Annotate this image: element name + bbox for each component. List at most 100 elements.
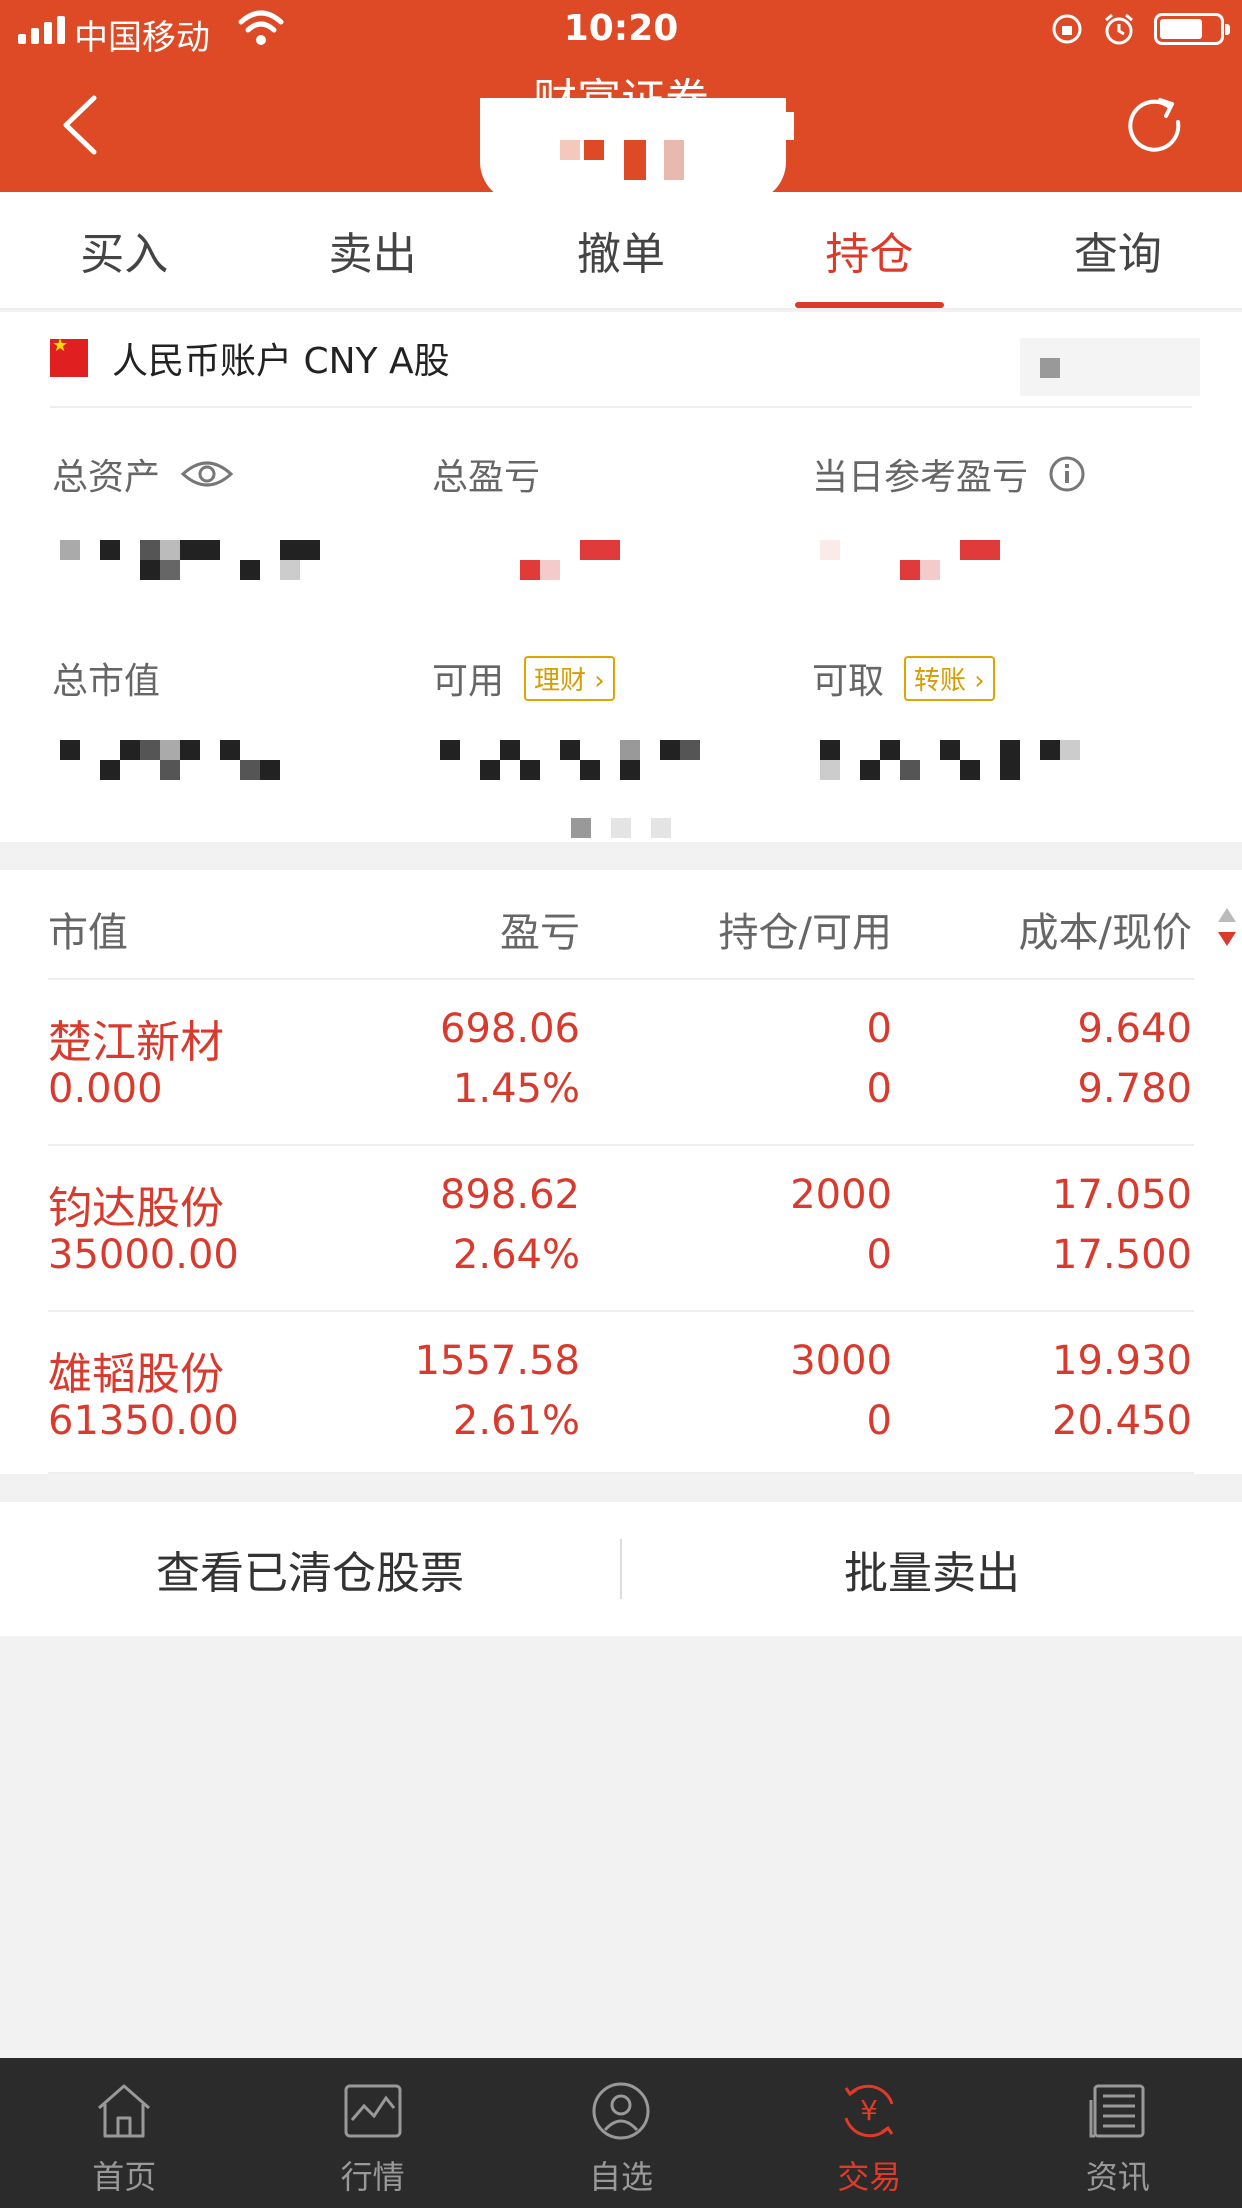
redaction-pixel bbox=[584, 140, 604, 160]
daily-pnl-value-masked bbox=[820, 540, 1000, 580]
stock-price: 17.500 bbox=[1052, 1232, 1192, 1278]
stock-available: 0 bbox=[866, 1066, 892, 1112]
stock-cost: 19.930 bbox=[1052, 1338, 1192, 1384]
sort-icon[interactable] bbox=[1216, 904, 1238, 950]
stock-price: 20.450 bbox=[1052, 1398, 1192, 1444]
stock-name: 钧达股份 bbox=[48, 1183, 224, 1234]
holdings-table: 市值 盈亏 持仓/可用 成本/现价 楚江新材 0.000 698.06 1.45… bbox=[0, 870, 1242, 1474]
stock-pnl: 1557.58 bbox=[414, 1338, 580, 1384]
stock-pnl: 698.06 bbox=[440, 1006, 580, 1052]
redaction-pixel bbox=[624, 140, 646, 180]
daily-pnl-text: 当日参考盈亏 bbox=[812, 457, 1029, 498]
available-value-masked bbox=[440, 740, 700, 780]
tabbar-watchlist[interactable]: 自选 bbox=[497, 2058, 745, 2208]
tab-buy[interactable]: 买入 bbox=[0, 192, 248, 308]
tabbar-market[interactable]: 行情 bbox=[248, 2058, 496, 2208]
stock-pnl-pct: 2.61% bbox=[452, 1398, 580, 1444]
stock-pnl: 898.62 bbox=[440, 1172, 580, 1218]
stock-available: 0 bbox=[866, 1398, 892, 1444]
rotation-lock-icon bbox=[1052, 14, 1082, 44]
daily-pnl-label: 当日参考盈亏 bbox=[812, 448, 1086, 500]
stock-market-value: 61350.00 bbox=[48, 1398, 239, 1444]
trade-yen-icon: ¥ bbox=[844, 2084, 894, 2138]
eye-icon[interactable] bbox=[180, 456, 234, 492]
available-label: 可用 理财 › bbox=[432, 652, 615, 704]
tab-query[interactable]: 查询 bbox=[994, 192, 1242, 308]
watchlist-icon bbox=[592, 2082, 650, 2140]
total-assets-label: 总资产 bbox=[52, 448, 234, 500]
redaction-pixel bbox=[766, 112, 794, 140]
svg-text:¥: ¥ bbox=[861, 2094, 879, 2127]
total-pnl-value-masked bbox=[520, 540, 620, 580]
battery-icon bbox=[1154, 13, 1230, 45]
market-value-masked bbox=[60, 740, 290, 780]
table-row[interactable]: 楚江新材 0.000 698.06 1.45% 0 0 9.640 9.780 bbox=[0, 980, 1242, 1144]
stock-position: 2000 bbox=[790, 1172, 892, 1218]
divider bbox=[50, 406, 1192, 408]
alarm-icon bbox=[1105, 13, 1133, 45]
stock-market-value: 0.000 bbox=[48, 1066, 163, 1112]
tabbar-trade[interactable]: ¥ 交易 bbox=[745, 2058, 993, 2208]
wealth-management-button[interactable]: 理财 › bbox=[524, 655, 615, 701]
wealth-management-label: 理财 bbox=[534, 665, 587, 696]
trade-tabs: 买入 卖出 撤单 持仓 查询 bbox=[0, 192, 1242, 310]
tabbar-market-label: 行情 bbox=[340, 2158, 405, 2196]
view-cleared-stocks-button[interactable]: 查看已清仓股票 bbox=[0, 1537, 620, 1601]
withdrawable-value-masked bbox=[820, 740, 1090, 780]
tabbar-news[interactable]: 资讯 bbox=[994, 2058, 1242, 2208]
stock-position: 0 bbox=[866, 1006, 892, 1052]
home-icon bbox=[98, 2084, 151, 2138]
page-dot bbox=[651, 818, 671, 838]
tabbar-home[interactable]: 首页 bbox=[0, 2058, 248, 2208]
account-number-mask bbox=[1020, 338, 1200, 396]
refresh-button[interactable] bbox=[1122, 92, 1190, 160]
table-row[interactable]: 雄韬股份 61350.00 1557.58 2.61% 3000 0 19.93… bbox=[0, 1312, 1242, 1476]
page-dot bbox=[571, 818, 591, 838]
redaction-pixel bbox=[560, 140, 580, 160]
stock-cost: 9.640 bbox=[1077, 1006, 1192, 1052]
tab-cancel-order[interactable]: 撤单 bbox=[497, 192, 745, 308]
redaction-pixel bbox=[664, 140, 684, 180]
stock-available: 0 bbox=[866, 1232, 892, 1278]
account-summary-card: 人民币账户 CNY A股 总资产 总盈亏 当日参考盈亏 总市值 bbox=[0, 312, 1242, 842]
divider bbox=[48, 1472, 1194, 1474]
stock-pnl-pct: 2.64% bbox=[452, 1232, 580, 1278]
transfer-label: 转账 bbox=[914, 665, 967, 696]
page-indicator bbox=[0, 818, 1242, 838]
info-icon[interactable] bbox=[1048, 455, 1086, 493]
tabbar-watchlist-label: 自选 bbox=[589, 2158, 654, 2196]
header-market-value[interactable]: 市值 bbox=[48, 900, 128, 958]
total-assets-value-masked bbox=[60, 540, 340, 580]
top-bar: 中国移动 10:20 财富证券 bbox=[0, 0, 1242, 202]
batch-sell-button[interactable]: 批量卖出 bbox=[622, 1537, 1242, 1601]
total-pnl-label: 总盈亏 bbox=[432, 457, 541, 498]
tab-positions[interactable]: 持仓 bbox=[745, 192, 993, 308]
stock-cost: 17.050 bbox=[1052, 1172, 1192, 1218]
holdings-actions: 查看已清仓股票 批量卖出 bbox=[0, 1502, 1242, 1636]
redaction-pixel bbox=[560, 98, 584, 124]
header-pnl[interactable]: 盈亏 bbox=[500, 900, 580, 958]
tab-sell[interactable]: 卖出 bbox=[248, 192, 496, 308]
total-assets-text: 总资产 bbox=[52, 457, 161, 498]
stock-price: 9.780 bbox=[1077, 1066, 1192, 1112]
market-chart-icon bbox=[344, 2084, 402, 2138]
account-label: 人民币账户 CNY A股 bbox=[112, 341, 450, 382]
stock-market-value: 35000.00 bbox=[48, 1232, 239, 1278]
stock-position: 3000 bbox=[790, 1338, 892, 1384]
tabbar-home-label: 首页 bbox=[92, 2158, 157, 2196]
china-flag-icon bbox=[50, 335, 88, 377]
news-icon bbox=[1089, 2084, 1145, 2138]
withdrawable-text: 可取 bbox=[812, 661, 885, 702]
transfer-button[interactable]: 转账 › bbox=[904, 655, 995, 701]
withdrawable-label: 可取 转账 › bbox=[812, 652, 995, 704]
header-cost-price[interactable]: 成本/现价 bbox=[1019, 900, 1192, 958]
header-position[interactable]: 持仓/可用 bbox=[719, 900, 892, 958]
table-row[interactable]: 钧达股份 35000.00 898.62 2.64% 2000 0 17.050… bbox=[0, 1146, 1242, 1310]
redaction-pixel bbox=[680, 98, 704, 124]
table-header: 市值 盈亏 持仓/可用 成本/现价 bbox=[0, 870, 1242, 978]
available-text: 可用 bbox=[432, 661, 505, 702]
account-selector[interactable]: 人民币账户 CNY A股 bbox=[50, 332, 450, 384]
tabbar-news-label: 资讯 bbox=[1085, 2158, 1150, 2196]
bottom-tab-bar: 首页 行情 自选 ¥ 交易 资讯 bbox=[0, 2058, 1242, 2208]
status-bar: 中国移动 10:20 bbox=[0, 0, 1242, 60]
